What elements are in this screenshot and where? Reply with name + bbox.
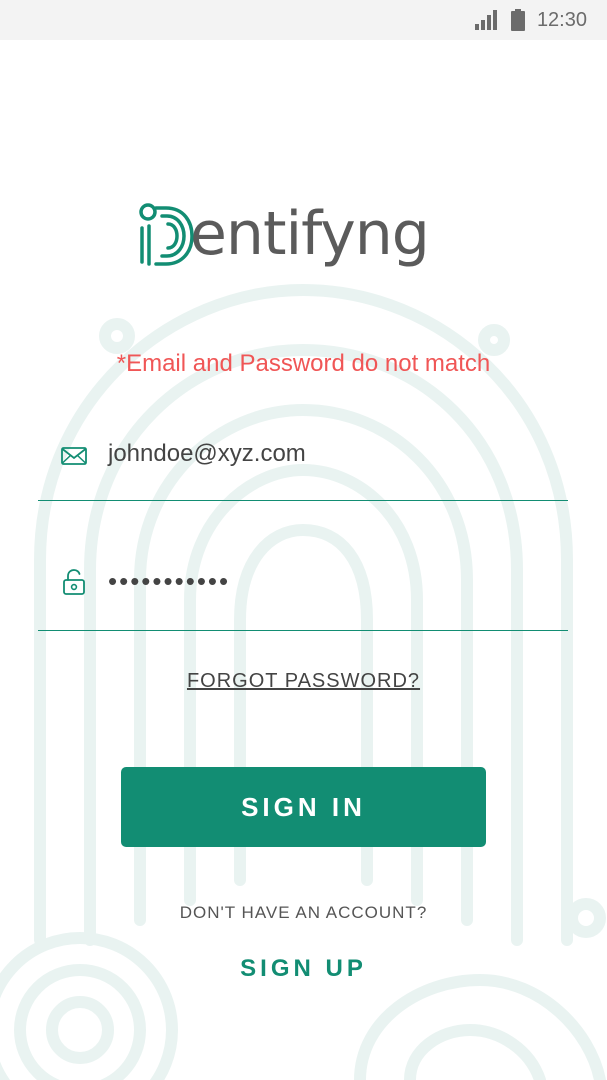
email-value[interactable]: johndoe@xyz.com (108, 440, 306, 468)
status-right: 12:30 (474, 8, 587, 32)
sign-in-button[interactable]: SIGN IN (121, 767, 486, 847)
email-field[interactable]: johndoe@xyz.com (38, 440, 568, 501)
sign-up-link[interactable]: SIGN UP (0, 955, 607, 983)
signal-icon (474, 10, 497, 30)
status-time: 12:30 (536, 8, 587, 31)
error-message: *Email and Password do not match (116, 350, 491, 377)
mail-icon (61, 447, 87, 465)
password-value[interactable]: ••••••••••• (108, 566, 230, 597)
brand-logo-mark (139, 203, 194, 266)
battery-icon (510, 9, 525, 31)
no-account-prompt: DON'T HAVE AN ACCOUNT? (179, 903, 428, 922)
status-bar: 12:30 (0, 0, 607, 40)
brand-wordmark: entifyng (190, 199, 430, 269)
unlock-icon (63, 569, 85, 595)
password-field[interactable]: ••••••••••• (38, 566, 568, 631)
forgot-password-link[interactable]: FORGOT PASSWORD? (0, 670, 607, 693)
